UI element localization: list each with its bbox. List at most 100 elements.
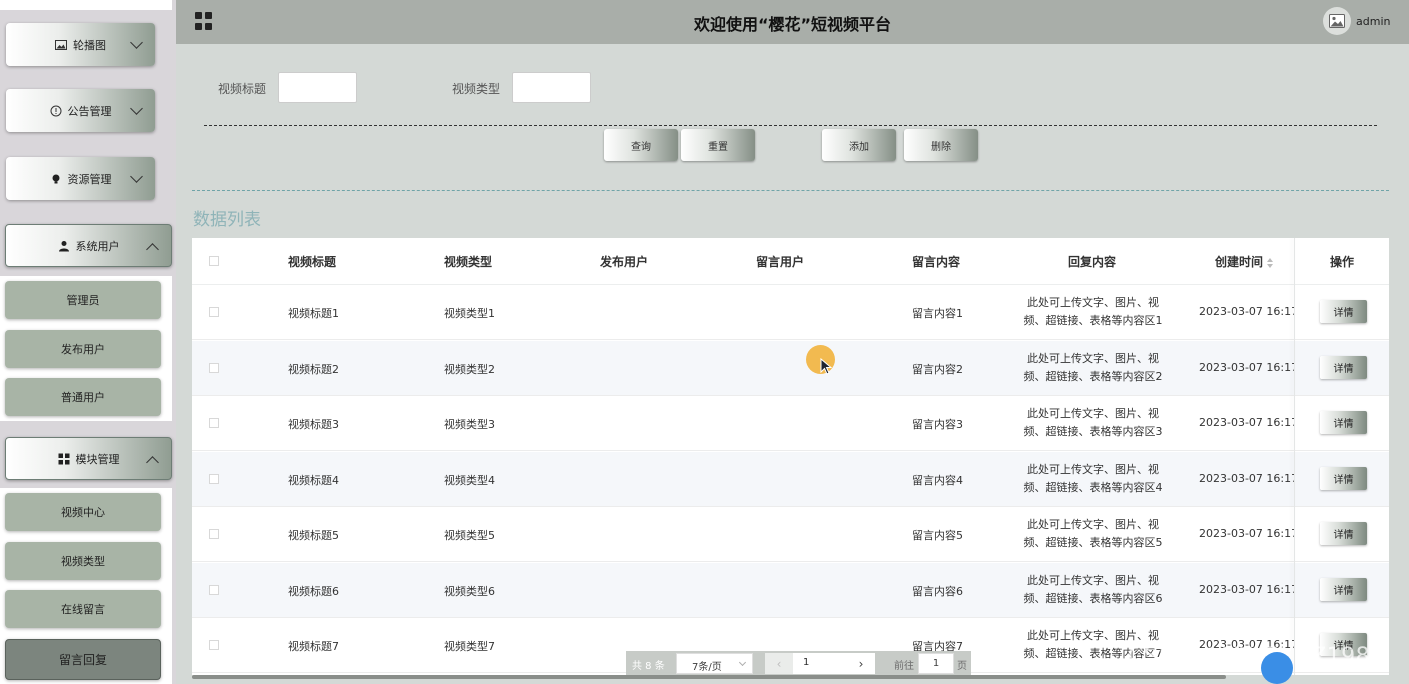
floating-ball[interactable] — [1261, 652, 1293, 684]
detail-button[interactable]: 详情 — [1320, 577, 1367, 601]
page-size-select[interactable]: 7条/页 — [676, 653, 753, 674]
cell-video-type: 视频类型4 — [444, 473, 495, 487]
row-checkbox[interactable] — [209, 307, 219, 317]
row-checkbox[interactable] — [209, 529, 219, 539]
system-user-submenu: 管理员 发布用户 普通用户 — [0, 276, 172, 421]
select-all-checkbox[interactable] — [209, 256, 219, 266]
chevron-down-icon — [130, 102, 143, 115]
row-checkbox[interactable] — [209, 584, 219, 595]
sidebar-item-label: 在线留言 — [61, 603, 105, 616]
video-title-label: 视频标题 — [218, 82, 267, 96]
reset-button[interactable]: 重置 — [681, 129, 755, 161]
menu-resource-label: 资源管理 — [67, 172, 112, 186]
menu-resource[interactable]: 资源管理 — [6, 157, 155, 200]
chevron-up-icon — [146, 456, 159, 469]
cell-video-type: 视频类型7 — [444, 640, 495, 653]
cell-reply-content: 此处可上传文字、图片、视频、超链接、表格等内容区2 — [1023, 351, 1163, 383]
row-checkbox[interactable] — [209, 473, 219, 484]
row-checkbox[interactable] — [209, 362, 219, 373]
cell-created-time: 2023-03-07 16:17:0 — [1199, 416, 1295, 429]
sidebar-item-message-reply[interactable]: 留言回复 — [5, 639, 161, 680]
username[interactable]: admin — [1356, 15, 1390, 28]
add-button[interactable]: 添加 — [822, 129, 896, 161]
mouse-cursor-icon — [820, 358, 832, 375]
fixed-column-edge — [1294, 238, 1295, 675]
detail-button[interactable]: 详情 — [1320, 522, 1367, 545]
sidebar-item-video-center[interactable]: 视频中心 — [5, 493, 161, 531]
next-page-button[interactable]: › — [847, 653, 875, 674]
page-suffix: 页 — [957, 661, 967, 672]
bulb-icon — [50, 173, 62, 185]
sidebar: 轮播图 公告管理 资源管理 系统用户 管理员 发布用户 普通用户 模块管理 视频… — [0, 0, 176, 684]
chevron-down-icon — [738, 658, 747, 667]
video-title-input[interactable] — [278, 72, 357, 103]
pagination-total: 共 8 条 — [632, 661, 665, 672]
table-row[interactable]: 视频标题6 视频类型6 留言内容6 此处可上传文字、图片、视频、超链接、表格等内容区6… — [192, 562, 1389, 618]
menu-module[interactable]: 模块管理 — [5, 437, 172, 480]
row-checkbox[interactable] — [209, 418, 219, 428]
top-header: 欢迎使用“樱花”短视频平台 admin — [176, 0, 1409, 44]
cell-video-type: 视频类型5 — [444, 529, 495, 542]
menu-notice-label: 公告管理 — [67, 104, 112, 118]
col-created-time[interactable]: 创建时间 — [1215, 253, 1274, 270]
sidebar-item-admin[interactable]: 管理员 — [5, 281, 161, 319]
cell-reply-content: 此处可上传文字、图片、视频、超链接、表格等内容区4 — [1023, 462, 1163, 494]
cell-message-content: 留言内容3 — [912, 418, 963, 431]
cell-video-title: 视频标题2 — [288, 362, 339, 376]
video-type-input[interactable] — [512, 72, 591, 103]
cell-video-type: 视频类型2 — [444, 362, 495, 376]
cell-reply-content: 此处可上传文字、图片、视频、超链接、表格等内容区3 — [1023, 407, 1163, 438]
page-size-value: 7条/页 — [692, 662, 722, 673]
col-message-content: 留言内容 — [912, 255, 961, 269]
table-row[interactable]: 视频标题4 视频类型4 留言内容4 此处可上传文字、图片、视频、超链接、表格等内容区4… — [192, 451, 1389, 507]
sort-icon[interactable] — [1267, 257, 1274, 268]
image-icon — [55, 39, 67, 51]
col-video-type: 视频类型 — [444, 255, 493, 269]
cell-created-time: 2023-03-07 16:17:0 — [1199, 582, 1295, 596]
cell-message-content: 留言内容5 — [912, 529, 963, 542]
cell-video-type: 视频类型1 — [444, 307, 495, 320]
sidebar-item-online-message[interactable]: 在线留言 — [5, 590, 161, 628]
avatar-image-icon — [1329, 14, 1345, 28]
page-title: 欢迎使用“樱花”短视频平台 — [693, 15, 892, 34]
col-publisher: 发布用户 — [600, 255, 649, 269]
table-header: 视频标题 视频类型 发布用户 留言用户 留言内容 回复内容 创建时间 操作 — [192, 238, 1389, 285]
col-message-user: 留言用户 — [756, 255, 805, 269]
table-row[interactable]: 视频标题1 视频类型1 留言内容1 此处可上传文字、图片、视频、超链接、表格等内容区1… — [192, 285, 1389, 340]
sidebar-top-strip — [0, 0, 172, 10]
avatar[interactable] — [1323, 7, 1351, 35]
menu-system-user[interactable]: 系统用户 — [5, 224, 172, 267]
col-video-title: 视频标题 — [288, 255, 337, 269]
detail-button[interactable]: 详情 — [1320, 300, 1367, 323]
menu-notice[interactable]: 公告管理 — [6, 89, 155, 132]
chevron-up-icon — [146, 243, 159, 256]
delete-button[interactable]: 删除 — [904, 129, 978, 161]
query-button[interactable]: 查询 — [604, 129, 678, 161]
table-row[interactable]: 视频标题3 视频类型3 留言内容3 此处可上传文字、图片、视频、超链接、表格等内容区3… — [192, 396, 1389, 451]
col-created-time-label: 创建时间 — [1215, 255, 1264, 269]
menu-carousel[interactable]: 轮播图 — [6, 23, 155, 66]
goto-label: 前往 — [894, 661, 914, 672]
chevron-down-icon — [130, 36, 143, 49]
current-page[interactable]: 1 — [793, 653, 847, 674]
horizontal-scrollbar[interactable] — [192, 675, 1226, 679]
goto-page-input[interactable]: 1 — [918, 653, 954, 674]
data-table: 视频标题 视频类型 发布用户 留言用户 留言内容 回复内容 创建时间 操作 视频… — [192, 238, 1389, 675]
row-checkbox[interactable] — [209, 640, 219, 650]
sidebar-item-label: 视频类型 — [61, 555, 105, 568]
sidebar-item-normal-user[interactable]: 普通用户 — [5, 378, 161, 416]
cell-video-title: 视频标题1 — [288, 307, 339, 320]
table-row[interactable]: 视频标题5 视频类型5 留言内容5 此处可上传文字、图片、视频、超链接、表格等内容区5… — [192, 507, 1389, 562]
cell-video-title: 视频标题5 — [288, 529, 339, 542]
detail-button[interactable]: 详情 — [1320, 466, 1367, 490]
section-title: 数据列表 — [193, 210, 261, 230]
table-row[interactable]: 视频标题2 视频类型2 留言内容2 此处可上传文字、图片、视频、超链接、表格等内容区2… — [192, 340, 1389, 396]
section-divider — [192, 190, 1389, 191]
cell-video-title: 视频标题4 — [288, 473, 339, 487]
sidebar-item-publisher[interactable]: 发布用户 — [5, 330, 161, 368]
module-submenu: 视频中心 视频类型 在线留言 留言回复 — [0, 488, 172, 684]
detail-button[interactable]: 详情 — [1320, 411, 1367, 434]
prev-page-button[interactable]: ‹ — [765, 653, 793, 674]
detail-button[interactable]: 详情 — [1320, 355, 1367, 379]
sidebar-item-video-type[interactable]: 视频类型 — [5, 542, 161, 580]
